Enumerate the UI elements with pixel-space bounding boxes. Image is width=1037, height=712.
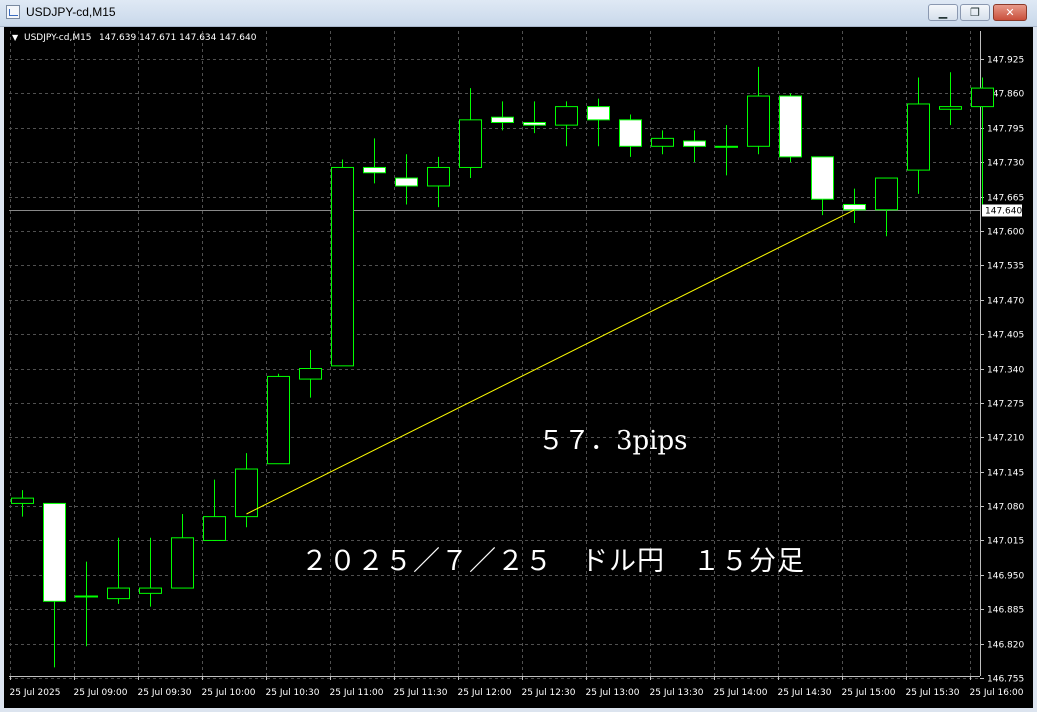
candle-body bbox=[235, 468, 258, 518]
y-tick-label: 147.795 bbox=[987, 125, 1024, 135]
candle-body bbox=[203, 516, 226, 541]
chart-ohlc: 147.639 147.671 147.634 147.640 bbox=[99, 33, 257, 43]
candle-body bbox=[683, 140, 706, 147]
window-titlebar[interactable]: USDJPY-cd,M15 ▁ ❐ ✕ bbox=[0, 0, 1037, 27]
x-tick-label: 25 Jul 14:30 bbox=[778, 688, 832, 698]
candle-body bbox=[619, 119, 642, 147]
candle-body bbox=[747, 95, 770, 147]
y-tick-label: 147.470 bbox=[987, 297, 1024, 307]
chart-caption: ２０２５／７／２５ ドル円 １５分足 bbox=[301, 546, 805, 577]
candle-body bbox=[171, 537, 194, 589]
y-tick-label: 147.665 bbox=[987, 194, 1024, 204]
y-tick-label: 147.080 bbox=[987, 503, 1024, 513]
candle-body bbox=[555, 106, 578, 126]
candle-body bbox=[299, 368, 322, 380]
close-button[interactable]: ✕ bbox=[993, 4, 1027, 21]
y-tick-label: 147.925 bbox=[987, 56, 1024, 66]
candle-body bbox=[139, 587, 162, 594]
x-tick-label: 25 Jul 12:30 bbox=[522, 688, 576, 698]
x-tick-label: 25 Jul 09:30 bbox=[138, 688, 192, 698]
window-title: USDJPY-cd,M15 bbox=[26, 5, 116, 19]
candle-body bbox=[907, 103, 930, 171]
x-tick-label: 25 Jul 11:30 bbox=[394, 688, 448, 698]
candle-body bbox=[971, 87, 994, 108]
x-tick-label: 25 Jul 16:00 bbox=[970, 688, 1024, 698]
chart-background bbox=[4, 27, 1033, 708]
candle-body bbox=[779, 95, 802, 158]
candle-body bbox=[651, 137, 674, 147]
x-tick-label: 25 Jul 10:00 bbox=[202, 688, 256, 698]
candle-body bbox=[11, 497, 34, 504]
chart-area[interactable]: 147.925 147.860 147.795 147.730 147.665 147.6… bbox=[4, 27, 1033, 708]
x-tick-label: 25 Jul 11:00 bbox=[330, 688, 384, 698]
x-tick-label: 25 Jul 13:00 bbox=[586, 688, 640, 698]
y-tick-label: 146.820 bbox=[987, 641, 1024, 651]
symbol-dropdown-icon: ▼ bbox=[12, 33, 19, 42]
chart-window-icon bbox=[6, 5, 20, 19]
minimize-button[interactable]: ▁ bbox=[928, 4, 958, 21]
x-tick-label: 25 Jul 14:00 bbox=[714, 688, 768, 698]
y-tick-label: 146.885 bbox=[987, 606, 1024, 616]
candle-body bbox=[75, 595, 98, 598]
x-tick-label: 25 Jul 10:30 bbox=[266, 688, 320, 698]
y-tick-label: 146.755 bbox=[987, 675, 1024, 685]
y-tick-label: 147.275 bbox=[987, 400, 1024, 410]
y-tick-label: 147.405 bbox=[987, 331, 1024, 341]
candle-body bbox=[811, 156, 834, 200]
y-tick-label: 146.950 bbox=[987, 572, 1024, 582]
candle-body bbox=[395, 177, 418, 187]
x-tick-label: 25 Jul 15:30 bbox=[906, 688, 960, 698]
candle-body bbox=[459, 119, 482, 168]
candle-body bbox=[427, 166, 450, 187]
candle-body bbox=[843, 203, 866, 211]
y-tick-label: 147.210 bbox=[987, 434, 1024, 444]
candle-body bbox=[107, 587, 130, 600]
candle-body bbox=[491, 116, 514, 123]
x-tick-label: 25 Jul 2025 bbox=[10, 688, 61, 698]
candle-body bbox=[331, 166, 354, 367]
restore-button[interactable]: ❐ bbox=[960, 4, 990, 21]
candle-body bbox=[587, 106, 610, 121]
candle-body bbox=[939, 106, 962, 110]
candle-body bbox=[267, 375, 290, 465]
candle-body bbox=[43, 502, 66, 602]
candlestick-chart[interactable]: 147.925147.860147.795147.730147.665147.6… bbox=[4, 27, 1033, 708]
pips-annotation: ５７．3pips bbox=[538, 426, 688, 456]
y-tick-label: 147.015 bbox=[987, 537, 1024, 547]
chart-symbol: USDJPY-cd,M15 bbox=[24, 33, 92, 43]
y-tick-label: 147.535 bbox=[987, 262, 1024, 272]
x-tick-label: 25 Jul 13:30 bbox=[650, 688, 704, 698]
candle-body bbox=[875, 177, 898, 211]
x-tick-label: 25 Jul 15:00 bbox=[842, 688, 896, 698]
y-tick-label: 147.730 bbox=[987, 159, 1024, 169]
current-price-label: 147.640 bbox=[985, 207, 1022, 217]
candle-body bbox=[523, 121, 546, 126]
y-tick-label: 147.145 bbox=[987, 469, 1024, 479]
candle-body bbox=[715, 145, 738, 148]
candle-body bbox=[363, 166, 386, 174]
x-tick-label: 25 Jul 09:00 bbox=[74, 688, 128, 698]
y-tick-label: 147.600 bbox=[987, 228, 1024, 238]
y-tick-label: 147.340 bbox=[987, 366, 1024, 376]
x-tick-label: 25 Jul 12:00 bbox=[458, 688, 512, 698]
